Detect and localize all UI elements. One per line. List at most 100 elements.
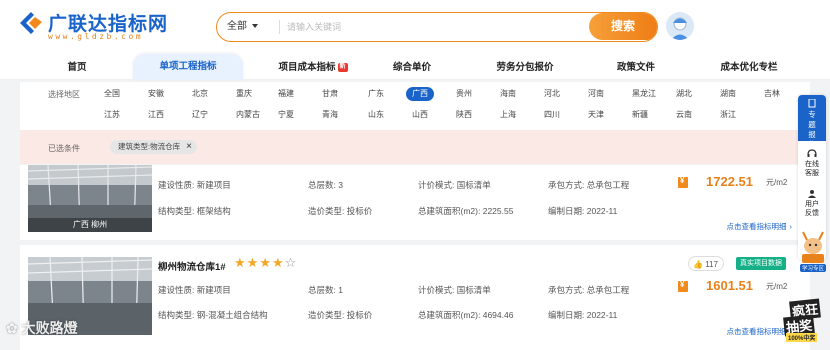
project-card[interactable]: 广西 柳州 建设性质: 新建项目 总层数: 3 计价模式: 国标清单 承包方式:… (20, 165, 810, 240)
region-option-row2-5[interactable]: 青海 (322, 108, 338, 122)
region-option-5[interactable]: 甘肃 (322, 87, 338, 101)
search-input[interactable] (287, 13, 587, 40)
region-option-11[interactable]: 河南 (588, 87, 604, 101)
field-label: 建设性质: (158, 180, 195, 190)
region-option-row2-13[interactable]: 云南 (676, 108, 692, 122)
selected-conditions-bar: 已选条件 建筑类型:物流仓库 × (20, 130, 810, 164)
region-option-9[interactable]: 海南 (500, 87, 516, 101)
document-icon (808, 99, 816, 108)
field-label: 承包方式: (548, 180, 585, 190)
region-option-4[interactable]: 福建 (278, 87, 294, 101)
user-avatar-icon (666, 12, 694, 40)
nav-project-cost-label: 项目成本指标 (278, 62, 336, 73)
topic-report-button[interactable]: 专题报告 (798, 95, 826, 149)
user-feedback-button[interactable]: 用户反馈 (798, 189, 826, 218)
site-header: 广联达指标网 www.gldzb.com 全部 搜索 (0, 0, 830, 55)
unit-cost-value: 1722.51 (706, 174, 753, 189)
region-option-row2-9[interactable]: 上海 (500, 108, 516, 122)
search-category-select[interactable]: 全部 (227, 13, 258, 40)
total-area-field: 总建筑面积(m2): 2225.55 (418, 205, 513, 217)
online-service-button[interactable]: 在线客服 (798, 149, 826, 178)
region-option-2[interactable]: 北京 (192, 87, 208, 101)
floors-field: 总层数: 3 (308, 179, 343, 191)
filter-chip-label: 建筑类型:物流仓库 (118, 142, 181, 151)
star-empty-icon: ☆ (284, 255, 298, 270)
region-option-15[interactable]: 吉林 (764, 87, 780, 101)
region-option-row2-8[interactable]: 陕西 (456, 108, 472, 122)
nav-single-project-index[interactable]: 单项工程指标 (133, 54, 243, 80)
region-option-row2-10[interactable]: 四川 (544, 108, 560, 122)
learning-zone-mascot[interactable]: 学习专区 (796, 226, 830, 274)
region-option-6[interactable]: 广东 (368, 87, 384, 101)
region-option-14[interactable]: 湖南 (720, 87, 736, 101)
region-option-row2-1[interactable]: 江西 (148, 108, 164, 122)
field-label: 总建筑面积(m2): (418, 310, 481, 320)
structure-type-field: 结构类型: 框架结构 (158, 205, 231, 217)
build-nature-field: 建设性质: 新建项目 (158, 179, 231, 191)
region-option-7[interactable]: 广西 (406, 87, 434, 101)
nav-home-label: 首页 (67, 62, 87, 73)
project-thumbnail[interactable]: 广西 柳州 (28, 165, 152, 232)
nav-policy-docs[interactable]: 政策文件 (606, 55, 666, 80)
region-option-row2-4[interactable]: 宁夏 (278, 108, 294, 122)
region-option-row2-12[interactable]: 新疆 (632, 108, 648, 122)
project-title[interactable]: 柳州物流仓库1# (158, 259, 226, 273)
selected-conditions-label: 已选条件 (48, 144, 80, 153)
region-filter-label: 选择地区 (48, 90, 80, 99)
chevron-right-icon: › (789, 222, 793, 231)
search-button[interactable]: 搜索 (589, 13, 657, 40)
region-option-row2-0[interactable]: 江苏 (104, 108, 120, 122)
search-bar: 全部 搜索 (216, 12, 658, 42)
region-option-row2-7[interactable]: 山西 (412, 108, 428, 122)
nav-labor-subcontract[interactable]: 劳务分包报价 (490, 55, 560, 80)
compile-date-field: 编制日期: 2022-11 (548, 309, 617, 321)
region-option-10[interactable]: 河北 (544, 87, 560, 101)
nav-unit-price-label: 综合单价 (392, 62, 431, 73)
field-label: 造价类型: (308, 206, 345, 216)
detail-link-label: 点击查看指标明细 (726, 222, 787, 231)
region-option-12[interactable]: 黑龙江 (632, 87, 656, 101)
user-icon (808, 190, 816, 198)
region-option-1[interactable]: 安徽 (148, 87, 164, 101)
view-index-detail-link[interactable]: 点击查看指标明细› (727, 221, 793, 232)
nav-project-cost-index[interactable]: 项目成本指标新 (268, 55, 358, 80)
field-label: 结构类型: (158, 206, 195, 216)
nav-single-project-label: 单项工程指标 (159, 61, 217, 72)
region-option-row2-2[interactable]: 辽宁 (192, 108, 208, 122)
region-option-row2-6[interactable]: 山东 (368, 108, 384, 122)
close-icon[interactable]: × (186, 141, 192, 152)
nav-unit-price[interactable]: 综合单价 (380, 55, 444, 80)
nav-home[interactable]: 首页 (50, 55, 104, 80)
field-label: 计价模式: (418, 285, 455, 295)
region-option-8[interactable]: 贵州 (456, 87, 472, 101)
online-service-label: 在线客服 (805, 161, 819, 177)
region-option-row2-11[interactable]: 天津 (588, 108, 604, 122)
project-card[interactable]: 柳州物流仓库1# ★★★★☆ 👍 117 真实项目数据 建设性质: 新建项目 总… (20, 245, 810, 350)
region-option-row2-14[interactable]: 浙江 (720, 108, 736, 122)
region-option-13[interactable]: 湖北 (676, 87, 692, 101)
site-logo[interactable]: 广联达指标网 www.gldzb.com (18, 8, 188, 44)
region-option-0[interactable]: 全国 (104, 87, 120, 101)
like-button[interactable]: 👍 117 (688, 256, 724, 271)
lottery-promo[interactable]: 疯狂 抽奖 100%中奖 (764, 297, 828, 345)
field-label: 总层数: (308, 285, 336, 295)
watermark-icon: ✿ (6, 320, 18, 336)
price-tag-icon (678, 176, 688, 188)
region-option-row2-3[interactable]: 内蒙古 (236, 108, 260, 122)
region-option-3[interactable]: 重庆 (236, 87, 252, 101)
user-avatar[interactable] (666, 12, 694, 40)
nav-cost-optimization[interactable]: 成本优化专栏 (712, 55, 786, 80)
field-label: 总建筑面积(m2): (418, 206, 481, 216)
field-label: 建设性质: (158, 285, 195, 295)
price-tag-icon (678, 280, 688, 292)
field-value: 新建项目 (196, 285, 231, 295)
search-divider (279, 20, 280, 34)
field-label: 结构类型: (158, 310, 195, 320)
field-value: 国标清单 (456, 180, 491, 190)
topic-report-label: 专题报告 (808, 110, 816, 149)
cost-type-field: 造价类型: 投标价 (308, 205, 372, 217)
user-feedback-label: 用户反馈 (805, 201, 819, 217)
field-label: 编制日期: (548, 206, 585, 216)
learning-zone-label: 学习专区 (800, 264, 827, 272)
headset-icon (807, 149, 817, 157)
